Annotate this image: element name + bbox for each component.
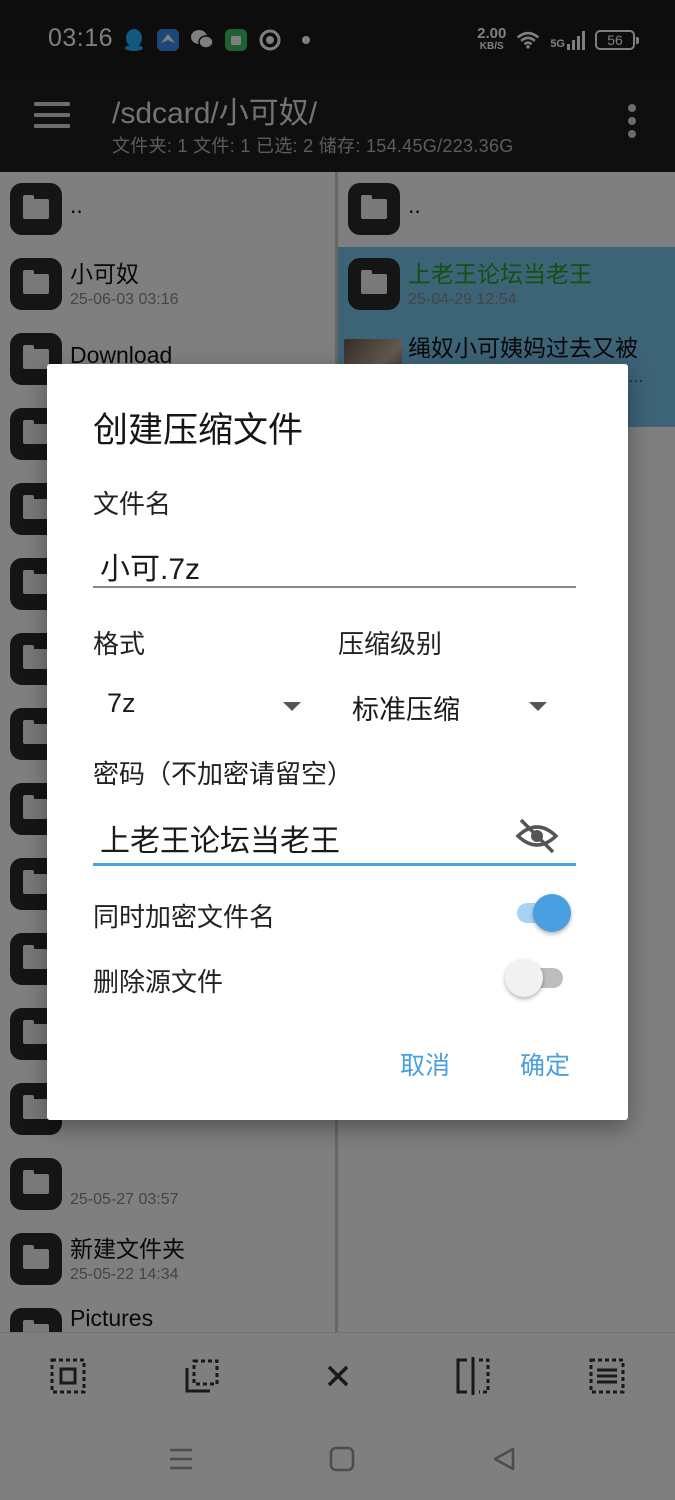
level-label: 压缩级别	[338, 629, 443, 659]
level-value: 标准压缩	[352, 695, 460, 725]
password-input[interactable]: 上老王论坛当老王	[100, 816, 340, 860]
level-dropdown[interactable]: 标准压缩	[338, 682, 568, 732]
format-label: 格式	[93, 629, 146, 659]
filename-label: 文件名	[93, 489, 172, 519]
visibility-off-icon[interactable]	[515, 816, 559, 856]
encrypt-names-toggle[interactable]	[515, 893, 571, 933]
delete-source-toggle[interactable]	[505, 958, 563, 998]
ok-button[interactable]: 确定	[520, 1046, 570, 1082]
filename-underline	[93, 586, 576, 588]
filename-input[interactable]: 小可.7z	[100, 544, 200, 588]
chevron-down-icon	[529, 702, 547, 711]
encrypt-names-label: 同时加密文件名	[93, 902, 276, 932]
cancel-button[interactable]: 取消	[400, 1046, 450, 1082]
format-value: 7z	[107, 688, 136, 718]
password-underline	[93, 863, 576, 866]
delete-source-label: 删除源文件	[93, 967, 224, 997]
chevron-down-icon	[283, 702, 301, 711]
dialog-title: 创建压缩文件	[93, 411, 304, 450]
format-dropdown[interactable]: 7z	[93, 682, 313, 732]
password-label: 密码（不加密请留空）	[93, 759, 354, 789]
create-archive-dialog: 创建压缩文件 文件名 小可.7z 格式 压缩级别 7z 标准压缩 密码（不加密请…	[47, 364, 628, 1120]
